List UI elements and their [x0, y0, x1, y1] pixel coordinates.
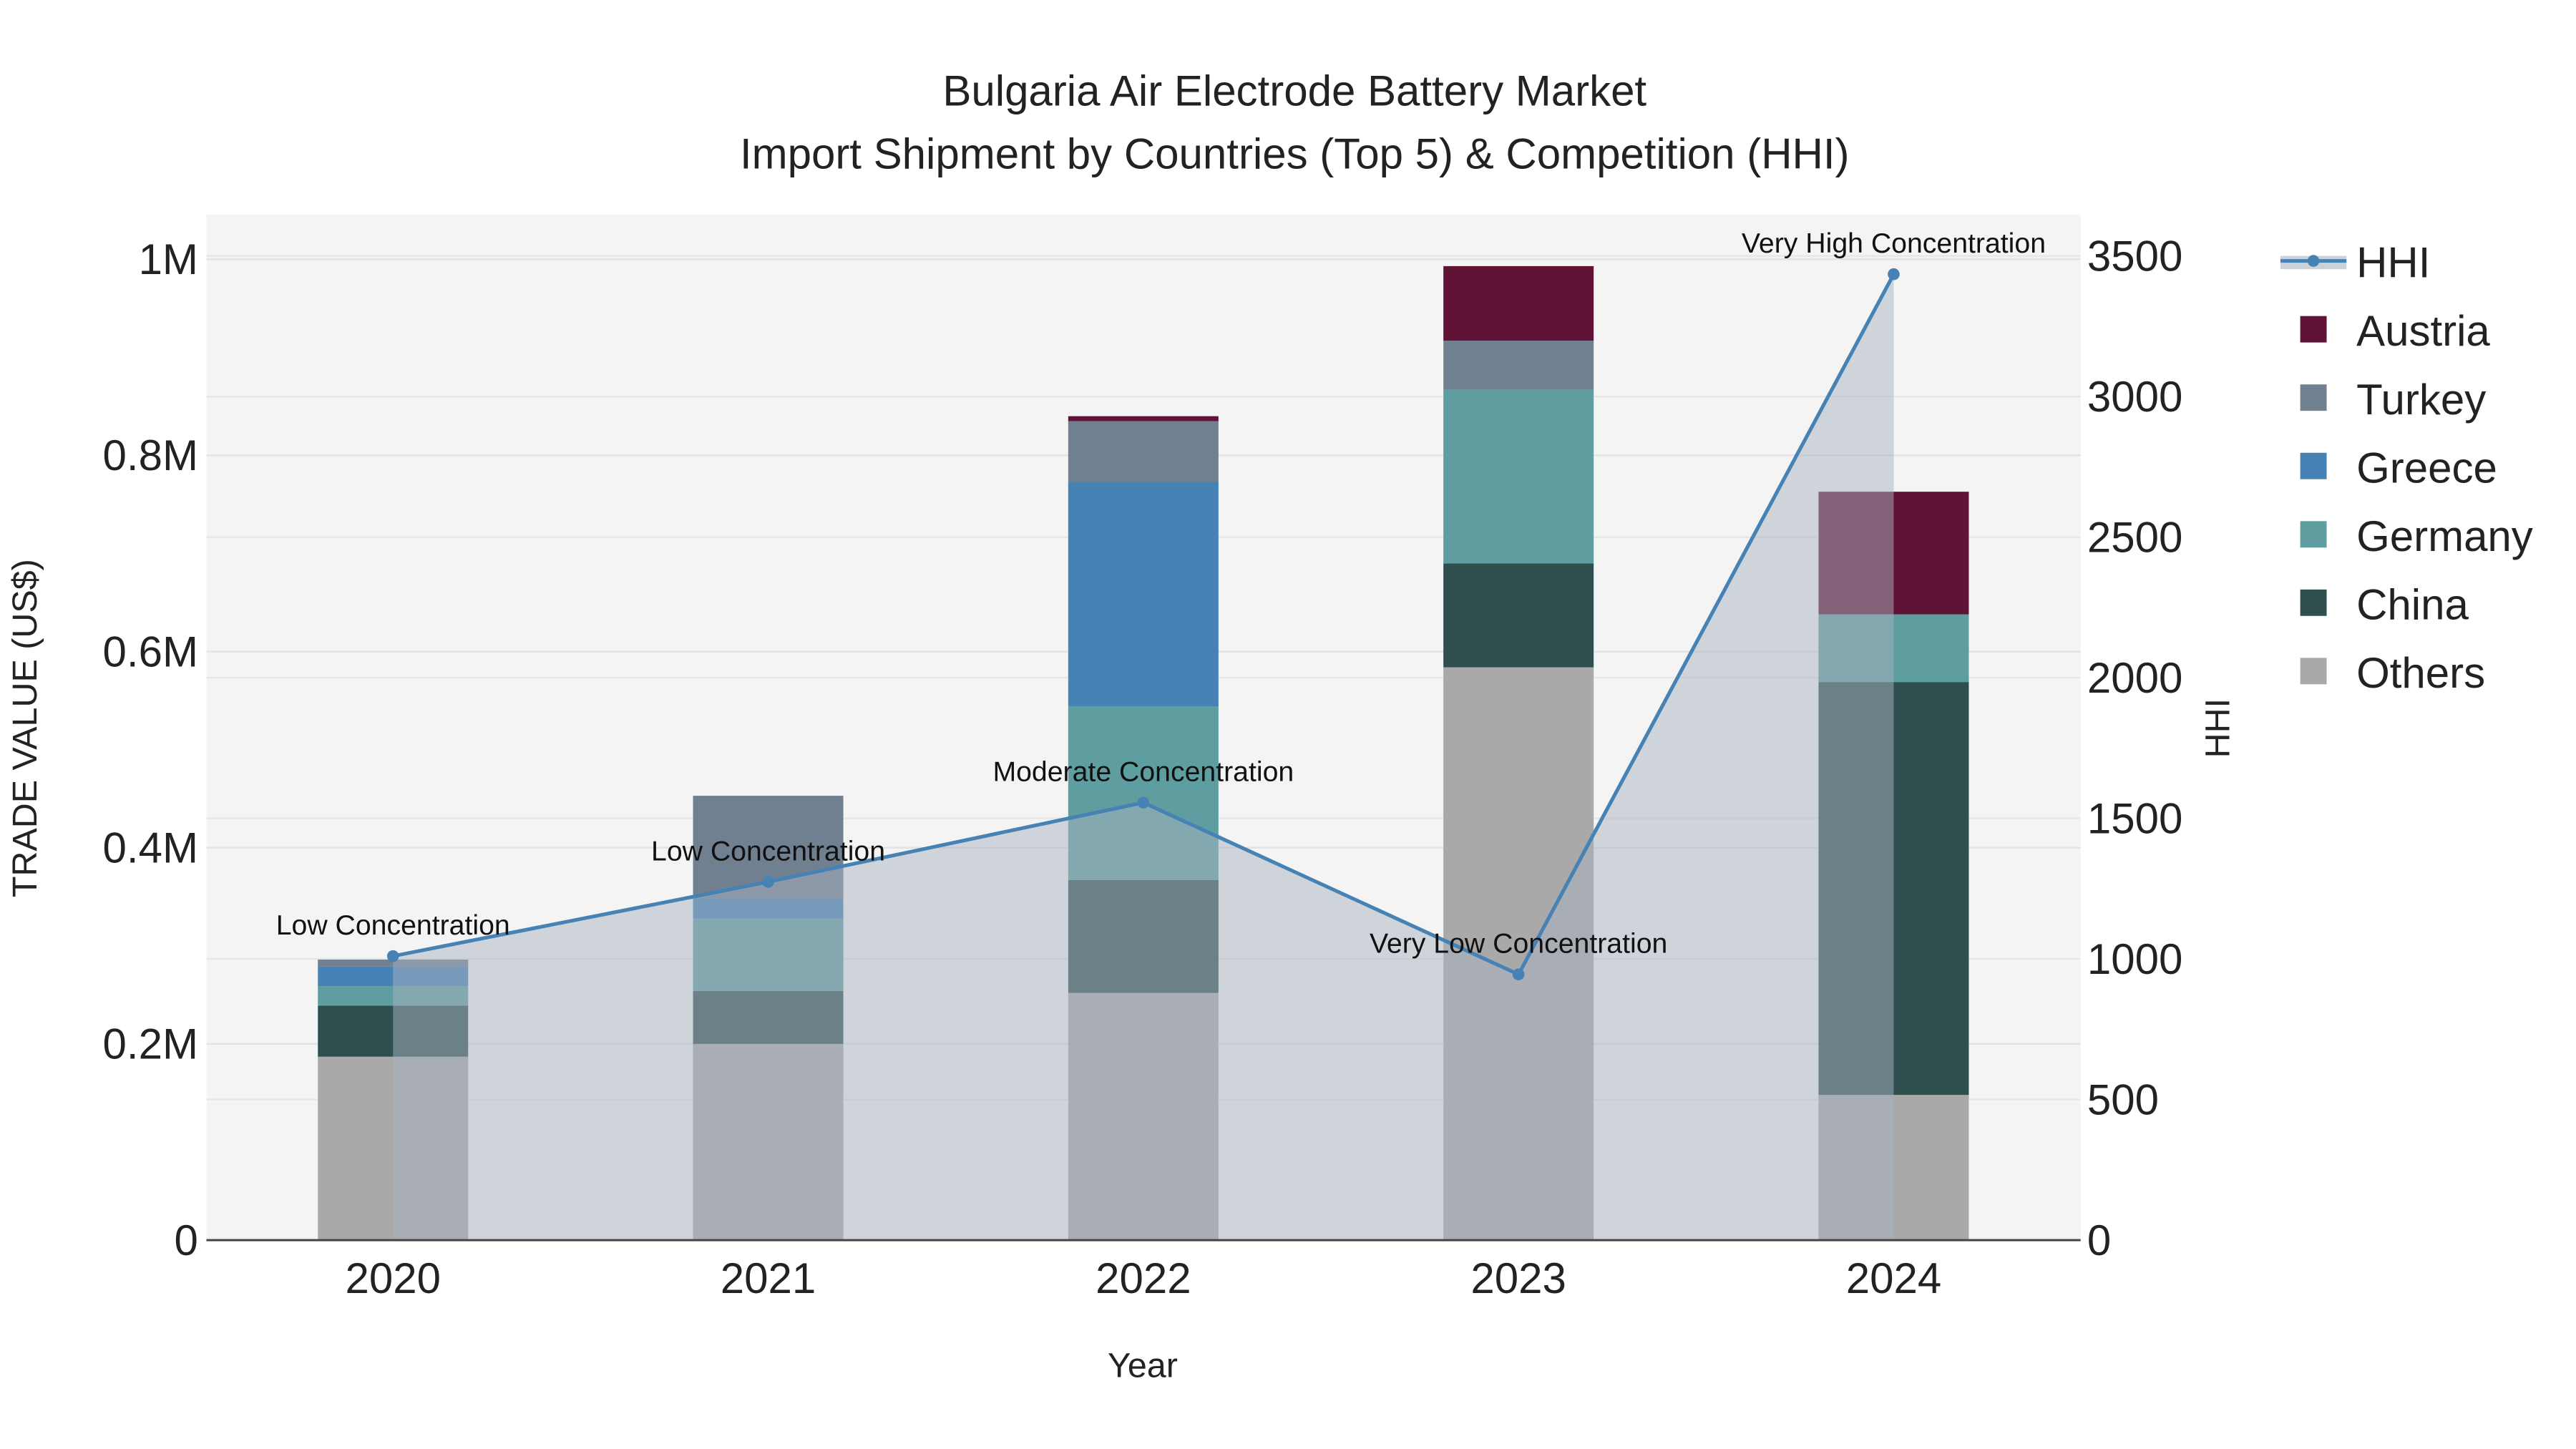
hhi-point-2020	[386, 950, 399, 962]
y-tick-label: 0.2M	[103, 1020, 198, 1068]
y-tick-label: 0.4M	[103, 824, 198, 872]
y2-tick-label: 2500	[2087, 513, 2182, 561]
legend-swatch-greece	[2300, 452, 2327, 479]
hhi-annotation: Very High Concentration	[1742, 228, 2046, 259]
legend-swatch-turkey	[2300, 384, 2327, 411]
hhi-point-2022	[1137, 796, 1150, 809]
y-axis-title: TRADE VALUE (US$)	[6, 559, 44, 897]
y2-tick-label: 1000	[2087, 935, 2182, 983]
legend-swatch-germany	[2300, 521, 2327, 548]
bar-germany-2023	[1443, 389, 1594, 564]
legend-swatch-hhi-marker	[2307, 255, 2320, 267]
chart-title: Bulgaria Air Electrode Battery Market	[942, 67, 1646, 115]
chart: Bulgaria Air Electrode Battery Market Im…	[0, 0, 2576, 1449]
bar-austria-2023	[1443, 265, 1594, 341]
y-tick-label: 0.8M	[103, 431, 198, 479]
x-tick-label: 2020	[345, 1254, 440, 1302]
x-axis-title: Year	[1108, 1347, 1178, 1385]
chart-subtitle: Import Shipment by Countries (Top 5) & C…	[740, 130, 1850, 177]
legend-label-germany: Germany	[2356, 512, 2533, 560]
x-tick-label: 2024	[1846, 1254, 1941, 1302]
legend-swatch-austria	[2300, 316, 2327, 343]
bar-greece-2022	[1068, 482, 1219, 707]
y2-tick-label: 1500	[2087, 794, 2182, 842]
hhi-point-2024	[1888, 268, 1900, 280]
y-tick-label: 0.6M	[103, 628, 198, 675]
legend-label-greece: Greece	[2356, 444, 2497, 492]
x-tick-label: 2021	[721, 1254, 816, 1302]
x-tick-label: 2023	[1470, 1254, 1566, 1302]
legend-label-turkey: Turkey	[2356, 376, 2486, 424]
bar-turkey-2023	[1443, 341, 1594, 390]
y-tick-label: 1M	[139, 235, 198, 283]
legend-label-others: Others	[2356, 649, 2485, 697]
bar-china-2023	[1443, 563, 1594, 668]
hhi-annotation: Moderate Concentration	[992, 756, 1294, 788]
y2-tick-label: 3000	[2087, 373, 2182, 421]
legend-swatch-china	[2300, 589, 2327, 616]
x-tick-label: 2022	[1096, 1254, 1191, 1302]
hhi-point-2021	[762, 876, 774, 888]
hhi-annotation: Low Concentration	[651, 835, 885, 867]
hhi-point-2023	[1512, 968, 1525, 981]
legend-swatch-others	[2300, 658, 2327, 685]
legend-label-austria: Austria	[2356, 307, 2490, 355]
hhi-annotation: Very Low Concentration	[1370, 928, 1667, 960]
y2-tick-label: 500	[2087, 1075, 2159, 1123]
y2-tick-label: 2000	[2087, 654, 2182, 702]
bar-austria-2022	[1068, 416, 1219, 421]
bar-turkey-2022	[1068, 421, 1219, 482]
legend-label-hhi: HHI	[2356, 239, 2430, 287]
y2-axis-title: HHI	[2198, 698, 2237, 758]
y2-tick-label: 0	[2087, 1216, 2111, 1264]
y-tick-label: 0	[175, 1216, 198, 1264]
y2-tick-label: 3500	[2087, 232, 2182, 280]
legend-label-china: China	[2356, 580, 2469, 628]
hhi-annotation: Low Concentration	[276, 909, 510, 941]
